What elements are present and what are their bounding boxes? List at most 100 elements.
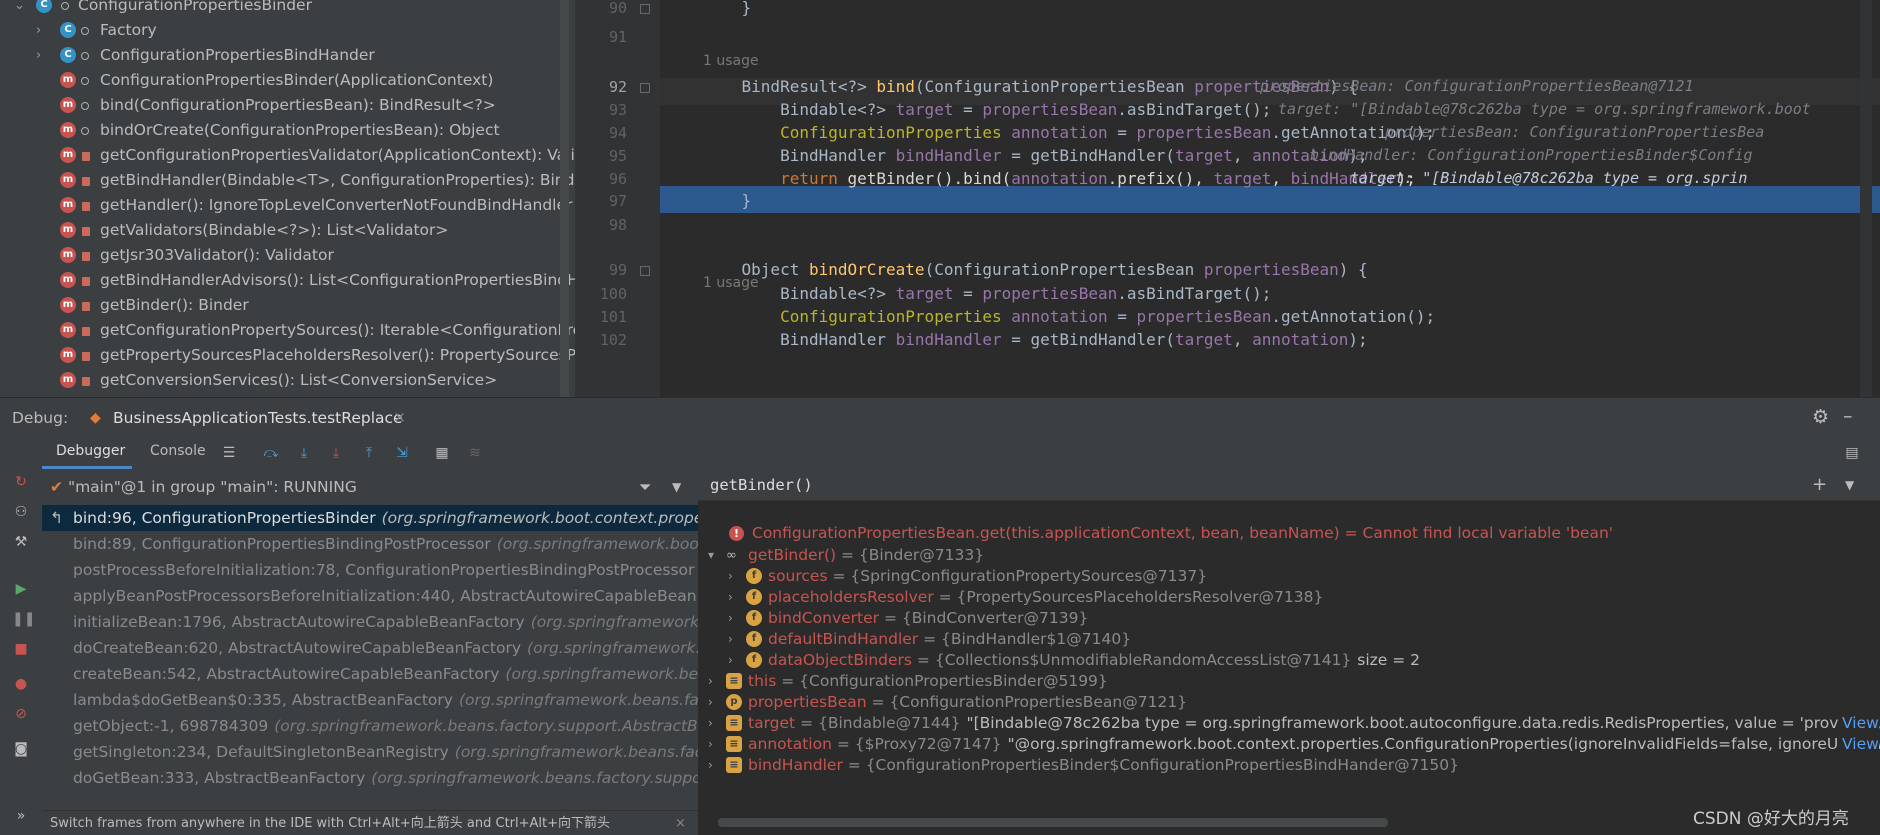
- close-icon[interactable]: ×: [393, 408, 406, 426]
- structure-item[interactable]: m bind(ConfigurationPropertiesBean): Bind…: [0, 93, 575, 118]
- h-scrollbar[interactable]: [718, 818, 1388, 827]
- layout-icon[interactable]: ▤: [1843, 444, 1861, 462]
- settings-wrench-icon[interactable]: ⚒: [12, 533, 30, 551]
- variable-row[interactable]: ▾ ∞ getBinder() = {Binder@7133}: [698, 545, 1880, 566]
- frame-row[interactable]: ↰ bind:96, ConfigurationPropertiesBinder (…: [42, 505, 698, 531]
- menu-icon[interactable]: ☰: [220, 444, 238, 462]
- step-into-icon[interactable]: ⤓: [295, 444, 313, 462]
- chevron-right-icon[interactable]: ›: [708, 755, 713, 776]
- restore-layout-icon[interactable]: ⚇: [12, 503, 30, 521]
- frame-row[interactable]: lambda$doGetBean$0:335, AbstractBeanFact…: [42, 687, 698, 713]
- variable-row[interactable]: › f defaultBindHandler = {BindHandler$1@71…: [698, 629, 1880, 650]
- minimize-icon[interactable]: –: [1843, 405, 1853, 427]
- variable-row[interactable]: › ≡ this = {ConfigurationPropertiesBinder@…: [698, 671, 1880, 692]
- chevron-right-icon[interactable]: ›: [708, 734, 713, 755]
- run-to-cursor-icon[interactable]: ⇲: [393, 444, 411, 462]
- frame-row[interactable]: getObject:-1, 698784309 (org.springframew…: [42, 713, 698, 739]
- structure-item[interactable]: m bindOrCreate(ConfigurationPropertiesBea…: [0, 118, 575, 143]
- editor-gutter[interactable]: 90 91 92 93 94 95 96 97 98 99 100 101 102: [575, 0, 660, 397]
- chevron-right-icon[interactable]: ›: [728, 629, 733, 650]
- frame-row[interactable]: createBean:542, AbstractAutowireCapableB…: [42, 661, 698, 687]
- chevron-right-icon[interactable]: ›: [728, 608, 733, 629]
- structure-item[interactable]: m getHandler(): IgnoreTopLevelConverterNo…: [0, 193, 575, 218]
- frame-row[interactable]: doGetBean:333, AbstractBeanFactory (org.s…: [42, 765, 698, 791]
- structure-item[interactable]: m getBindHandler(Bindable<T>, Configurati…: [0, 168, 575, 193]
- thread-selector[interactable]: ✔ "main"@1 in group "main": RUNNING ⏷ ▼: [42, 472, 698, 502]
- variable-row[interactable]: › f dataObjectBinders = {Collections$Unmod…: [698, 650, 1880, 671]
- close-icon[interactable]: ×: [675, 811, 686, 835]
- structure-item[interactable]: m getBinder(): Binder: [0, 293, 575, 318]
- trace-stream-icon[interactable]: ≋: [466, 444, 484, 462]
- variable-row[interactable]: › ≡ target = {Bindable@7144} "[Bindable@78c…: [698, 713, 1880, 734]
- fold-marker-icon[interactable]: [640, 266, 650, 276]
- structure-item[interactable]: m getValidators(Bindable<?>): List<Valida…: [0, 218, 575, 243]
- variable-row[interactable]: › ≡ annotation = {$Proxy72@7147} "@org.spri…: [698, 734, 1880, 755]
- more-icon[interactable]: »: [12, 807, 30, 825]
- variable-row[interactable]: › ≡ bindHandler = {ConfigurationProperties…: [698, 755, 1880, 776]
- camera-icon[interactable]: ◙: [12, 740, 30, 758]
- code-line[interactable]: }: [703, 191, 752, 210]
- editor-scrollbar[interactable]: [1860, 0, 1872, 397]
- usage-hint[interactable]: 1 usage: [703, 53, 759, 69]
- chevron-right-icon[interactable]: ›: [728, 650, 733, 671]
- error-row[interactable]: ! ConfigurationPropertiesBean.get(this.a…: [698, 521, 1880, 546]
- filter-icon[interactable]: ⏷: [639, 472, 651, 502]
- view-link[interactable]: View: [1838, 713, 1879, 734]
- step-over-icon[interactable]: ⤼: [262, 444, 280, 462]
- chevron-down-icon[interactable]: ▼: [672, 472, 681, 502]
- tab-debugger[interactable]: Debugger: [56, 443, 125, 459]
- code-line[interactable]: ConfigurationProperties annotation = pro…: [703, 307, 1435, 326]
- chevron-right-icon[interactable]: ›: [36, 43, 41, 68]
- eval-expression[interactable]: getBinder(): [710, 476, 813, 494]
- structure-item[interactable]: › C ConfigurationPropertiesBindHander: [0, 43, 575, 68]
- add-watch-icon[interactable]: +: [1812, 469, 1827, 500]
- resume-icon[interactable]: ▶: [12, 580, 30, 598]
- frame-row[interactable]: applyBeanPostProcessorsBeforeInitializat…: [42, 583, 698, 609]
- code-line[interactable]: ConfigurationProperties annotation = pro…: [703, 123, 1435, 142]
- structure-item[interactable]: m getConfigurationPropertySources(): Iter…: [0, 318, 575, 343]
- structure-item[interactable]: m getConfigurationPropertiesValidator(App…: [0, 143, 575, 168]
- chevron-down-icon[interactable]: ▼: [1845, 469, 1854, 500]
- structure-item[interactable]: m getPropertySourcesPlaceholdersResolver(…: [0, 343, 575, 368]
- gear-icon[interactable]: ⚙: [1812, 406, 1829, 428]
- tab-console[interactable]: Console: [150, 443, 206, 459]
- code-line[interactable]: BindHandler bindHandler = getBindHandler…: [703, 146, 1368, 165]
- variable-row[interactable]: › f sources = {SpringConfigurationProperty…: [698, 566, 1880, 587]
- fold-marker-icon[interactable]: [640, 4, 650, 14]
- rerun-failed-icon[interactable]: ↻: [12, 473, 30, 491]
- variable-row[interactable]: › p propertiesBean = {ConfigurationPropert…: [698, 692, 1880, 713]
- fold-marker-icon[interactable]: [640, 83, 650, 93]
- structure-item[interactable]: m ConfigurationPropertiesBinder(Applicati…: [0, 68, 575, 93]
- evaluate-expression-icon[interactable]: ▦: [433, 444, 451, 462]
- mute-breakpoints-icon[interactable]: ⊘: [12, 705, 30, 723]
- chevron-right-icon[interactable]: ›: [36, 18, 41, 43]
- evaluate-input[interactable]: getBinder() + ▼: [698, 469, 1880, 501]
- pause-icon[interactable]: ❚❚: [12, 610, 35, 628]
- frame-row[interactable]: getSingleton:234, DefaultSingletonBeanRe…: [42, 739, 698, 765]
- frame-row[interactable]: initializeBean:1796, AbstractAutowireCap…: [42, 609, 698, 635]
- chevron-right-icon[interactable]: ›: [728, 587, 733, 608]
- structure-item[interactable]: m getBindHandlerAdvisors(): List<Configur…: [0, 268, 575, 293]
- frame-row[interactable]: bind:89, ConfigurationPropertiesBindingP…: [42, 531, 698, 557]
- structure-scrollbar[interactable]: [560, 0, 569, 397]
- frame-row[interactable]: postProcessBeforeInitialization:78, Conf…: [42, 557, 698, 583]
- structure-item[interactable]: › C Factory: [0, 18, 575, 43]
- debug-session-tab[interactable]: BusinessApplicationTests.testReplace: [113, 409, 403, 427]
- chevron-down-icon[interactable]: ▾: [708, 545, 714, 566]
- code-line[interactable]: Bindable<?> target = propertiesBean.asBi…: [703, 100, 1271, 119]
- code-line[interactable]: Bindable<?> target = propertiesBean.asBi…: [703, 284, 1271, 303]
- structure-item[interactable]: m getJsr303Validator(): Validator: [0, 243, 575, 268]
- variable-row[interactable]: › f bindConverter = {BindConverter@7139}: [698, 608, 1880, 629]
- force-step-into-icon[interactable]: ⤓: [327, 444, 345, 462]
- structure-root[interactable]: ⌄ C ConfigurationPropertiesBinder: [0, 0, 575, 18]
- chevron-right-icon[interactable]: ›: [708, 713, 713, 734]
- code-line[interactable]: }: [703, 0, 752, 17]
- frame-row[interactable]: doCreateBean:620, AbstractAutowireCapabl…: [42, 635, 698, 661]
- view-breakpoints-icon[interactable]: ●: [12, 675, 30, 693]
- code-line[interactable]: return getBinder().bind(annotation.prefi…: [703, 169, 1416, 188]
- step-out-icon[interactable]: ⤒: [360, 444, 378, 462]
- structure-item[interactable]: m getConversionServices(): List<Conversio…: [0, 368, 575, 393]
- chevron-right-icon[interactable]: ›: [708, 692, 713, 713]
- code-editor[interactable]: 90 91 92 93 94 95 96 97 98 99 100 101 102 1 usage 1 …: [575, 0, 1880, 397]
- chevron-right-icon[interactable]: ›: [708, 671, 713, 692]
